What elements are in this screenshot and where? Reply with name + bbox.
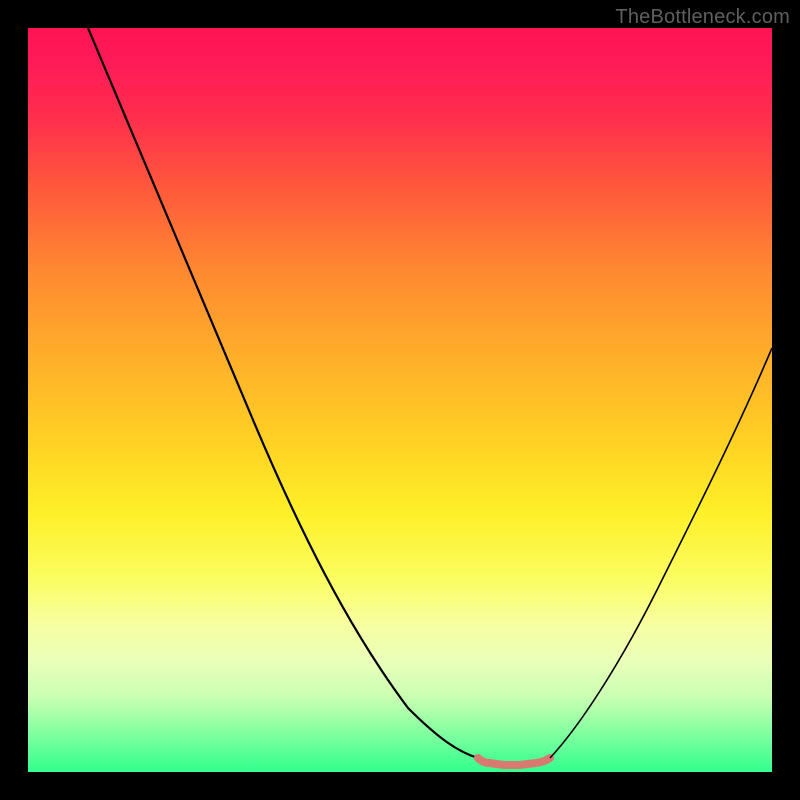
plot-area [28,28,772,772]
chart-frame: TheBottleneck.com [0,0,800,800]
curve-right-branch [550,348,772,758]
curve-left-branch [88,28,478,758]
curve-flat-minimum [478,758,550,765]
watermark-text: TheBottleneck.com [615,6,790,29]
bottleneck-curve [28,28,772,772]
